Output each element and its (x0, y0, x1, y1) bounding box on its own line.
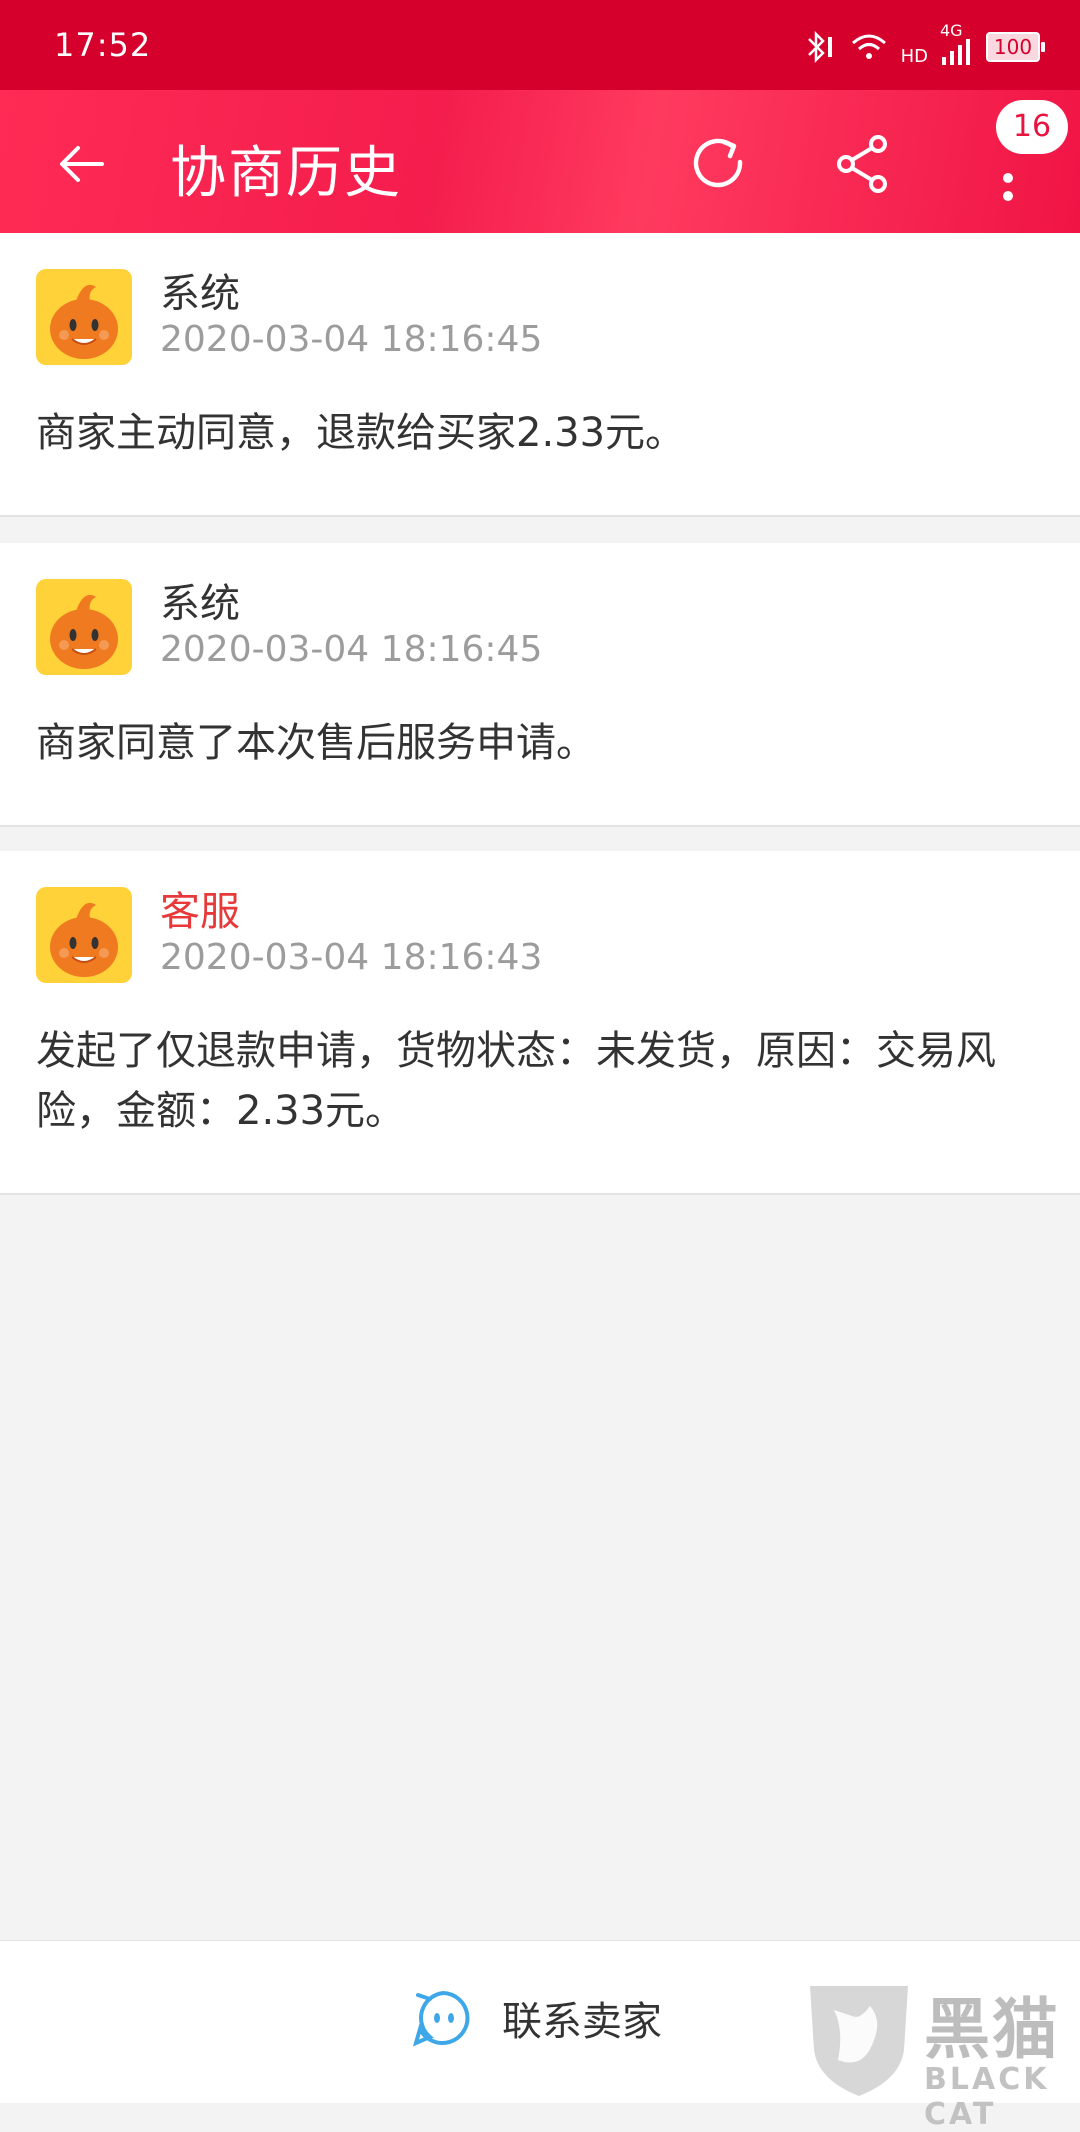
back-arrow-icon (60, 146, 104, 182)
history-card: 系统 2020-03-04 18:16:45 商家同意了本次售后服务申请。 (0, 543, 1080, 827)
message-text: 发起了仅退款申请，货物状态：未发货，原因：交易风险，金额：2.33元。 (36, 1028, 996, 1134)
message-time: 2020-03-04 18:16:45 (160, 319, 543, 360)
watermark-en: BLACK CAT (924, 2062, 1050, 2132)
sender-name: 系统 (160, 271, 240, 317)
chat-bubble-icon (412, 1990, 470, 2047)
bluetooth-icon (807, 30, 832, 64)
notification-badge: 16 (996, 100, 1068, 154)
avatar (36, 269, 132, 365)
status-icons: HD 4G 100 (797, 21, 1045, 72)
avatar (36, 887, 132, 983)
network-type: 4G (940, 21, 963, 40)
hd-label: HD (900, 45, 928, 67)
sender-name: 系统 (160, 581, 240, 627)
wifi-icon (851, 34, 886, 59)
battery-icon: 100 (986, 32, 1045, 62)
message-text: 商家同意了本次售后服务申请。 (36, 720, 596, 766)
back-button[interactable] (42, 124, 122, 204)
history-card: 客服 2020-03-04 18:16:43 发起了仅退款申请，货物状态：未发货… (0, 851, 1080, 1195)
status-time: 17:52 (54, 26, 152, 64)
status-bar: 17:52 HD 4G 100 (0, 0, 1080, 90)
sender-name: 客服 (160, 889, 240, 935)
message-time: 2020-03-04 18:16:45 (160, 629, 543, 670)
contact-seller-label: 联系卖家 (502, 1999, 662, 2045)
history-card: 系统 2020-03-04 18:16:45 商家主动同意，退款给买家2.33元… (0, 233, 1080, 517)
cat-shield-logo-icon (810, 1986, 908, 2096)
blackcat-watermark: 黑猫 BLACK CAT (804, 1980, 1080, 2132)
mascot-avatar-icon (36, 269, 132, 365)
app-bar: 协商历史 (0, 90, 1080, 233)
message-time: 2020-03-04 18:16:43 (160, 937, 543, 978)
share-icon (837, 135, 887, 193)
refresh-icon (693, 138, 743, 188)
share-button[interactable] (824, 124, 904, 204)
message-text: 商家主动同意，退款给买家2.33元。 (36, 410, 686, 456)
mascot-avatar-icon (36, 887, 132, 983)
contact-seller-button[interactable]: 联系卖家 (410, 1985, 662, 2051)
refresh-button[interactable] (680, 124, 760, 204)
signal-icon: 4G (940, 21, 974, 67)
watermark-cn: 黑猫 (924, 1991, 1060, 2068)
page-title: 协商历史 (170, 141, 402, 206)
mascot-avatar-icon (36, 579, 132, 675)
avatar (36, 579, 132, 675)
